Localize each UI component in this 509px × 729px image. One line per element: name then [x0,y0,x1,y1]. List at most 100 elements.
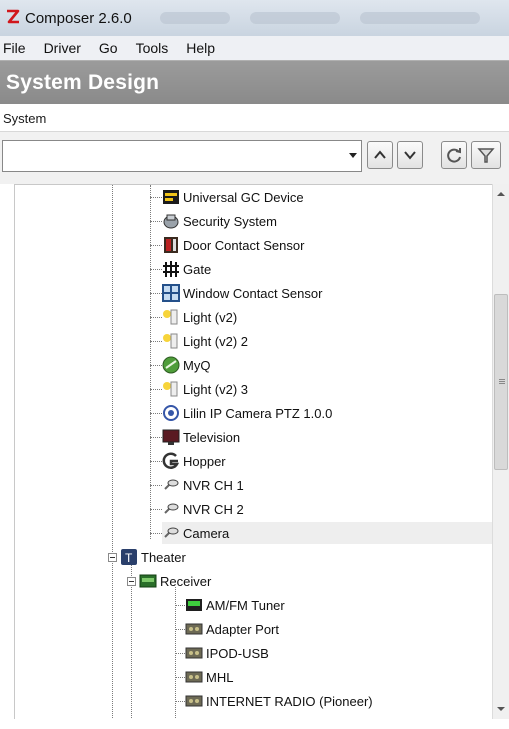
tree-connector [175,605,185,606]
chevron-down-icon [404,151,416,160]
system-tab[interactable]: System [0,104,509,132]
tree-item-window-contact-sensor[interactable]: Window Contact Sensor [162,282,322,304]
security-system-icon [163,214,179,229]
tree-connector [150,461,162,462]
tree-item-door-contact-sensor[interactable]: Door Contact Sensor [162,234,304,256]
myq-icon [162,356,180,374]
port-icon [185,647,203,659]
section-header: System Design [0,60,509,104]
tree-item-ipod-usb[interactable]: IPOD-USB [185,642,269,664]
location-combo[interactable] [2,140,362,172]
camera-icon [164,527,179,538]
tree-item-adapter-port[interactable]: Adapter Port [185,618,279,640]
universal-gc-device-icon [163,190,179,204]
tree-connector [150,221,162,222]
camera-icon [164,479,179,490]
tree-connector [150,365,162,366]
titlebar-blur [250,12,340,24]
tree-item-nvr-ch-1[interactable]: NVR CH 1 [162,474,244,496]
move-down-button[interactable] [397,141,423,169]
tree-item-lilin-ip-camera[interactable]: Lilin IP Camera PTZ 1.0.0 [162,402,332,424]
scroll-down-arrow-icon[interactable] [497,707,505,711]
tree-item-internet-radio[interactable]: INTERNET RADIO (Pioneer) [185,690,373,712]
light-icon [163,309,178,325]
menu-help[interactable]: Help [186,40,215,56]
tree-connector [150,485,162,486]
tree-connector [175,653,185,654]
tree-item-light-v2-2[interactable]: Light (v2) 2 [162,330,248,352]
menu-tools[interactable]: Tools [136,40,169,56]
titlebar-blur [360,12,480,24]
room-icon: T [121,549,137,565]
tree-connector [175,701,185,702]
tree-item-receiver[interactable]: Receiver [139,570,211,592]
tree-item-myq[interactable]: MyQ [162,354,210,376]
tree-item-mhl[interactable]: MHL [185,666,233,688]
composer-logo-icon [7,9,20,24]
tree-item-am-fm-tuner[interactable]: AM/FM Tuner [185,594,285,616]
tree-item-nvr-ch-2[interactable]: NVR CH 2 [162,498,244,520]
refresh-button[interactable] [441,141,467,169]
scrollbar-thumb[interactable] [494,294,508,470]
tree-connector [150,437,162,438]
chevron-down-icon[interactable] [349,153,357,158]
port-icon [185,695,203,707]
collapse-theater-expander[interactable] [108,553,117,562]
tree-connector [150,509,162,510]
window-title: Composer 2.6.0 [25,10,132,27]
hopper-icon [162,452,180,469]
port-icon [185,671,203,683]
svg-text:T: T [125,551,133,565]
move-up-button[interactable] [367,141,393,169]
tree-scrollbar[interactable] [492,184,509,719]
tree-connector [150,317,162,318]
tree-item-light-v2-3[interactable]: Light (v2) 3 [162,378,248,400]
tree-toolbar [0,132,509,184]
tuner-icon [186,599,202,611]
gate-icon [163,261,179,277]
tree-connector [175,629,185,630]
window-titlebar: Composer 2.6.0 [0,0,509,36]
filter-icon [477,148,495,163]
tree-item-theater[interactable]: T Theater [120,546,186,568]
door-contact-sensor-icon [164,237,178,253]
menu-go[interactable]: Go [99,40,118,56]
tree-connector [150,389,162,390]
tree-item-security-system[interactable]: Security System [162,210,277,232]
refresh-icon [447,148,461,163]
tree-connector [150,245,162,246]
tree-connector [150,413,162,414]
collapse-receiver-expander[interactable] [127,577,136,586]
tree-guide [112,185,113,719]
tree-connector [150,341,162,342]
titlebar-blur [160,12,230,24]
tree-connector [150,197,162,198]
filter-button[interactable] [471,141,501,169]
light-icon [163,381,178,397]
menu-bar: File Driver Go Tools Help [0,36,509,60]
system-tree[interactable]: Universal GC Device Security System Door… [14,184,492,719]
tree-connector [150,293,162,294]
section-title: System Design [6,71,160,94]
system-tab-label: System [3,111,47,126]
scroll-up-arrow-icon[interactable] [497,192,505,196]
tree-item-hopper[interactable]: Hopper [162,450,226,472]
window-contact-sensor-icon [162,284,180,302]
menu-driver[interactable]: Driver [44,40,81,56]
television-icon [162,429,180,445]
tree-connector [150,533,162,534]
tree-item-light-v2[interactable]: Light (v2) [162,306,237,328]
tree-guide [131,563,132,719]
grip-icon [499,379,505,380]
tree-item-gate[interactable]: Gate [162,258,211,280]
tree-item-television[interactable]: Television [162,426,240,448]
tree-item-universal-gc-device[interactable]: Universal GC Device [162,186,304,208]
tree-connector [150,269,162,270]
port-icon [185,623,203,635]
tree-item-camera[interactable]: Camera [162,522,492,544]
tree-connector [175,677,185,678]
camera-icon [164,503,179,514]
receiver-icon [139,574,157,588]
light-icon [163,333,178,349]
menu-file[interactable]: File [3,40,26,56]
